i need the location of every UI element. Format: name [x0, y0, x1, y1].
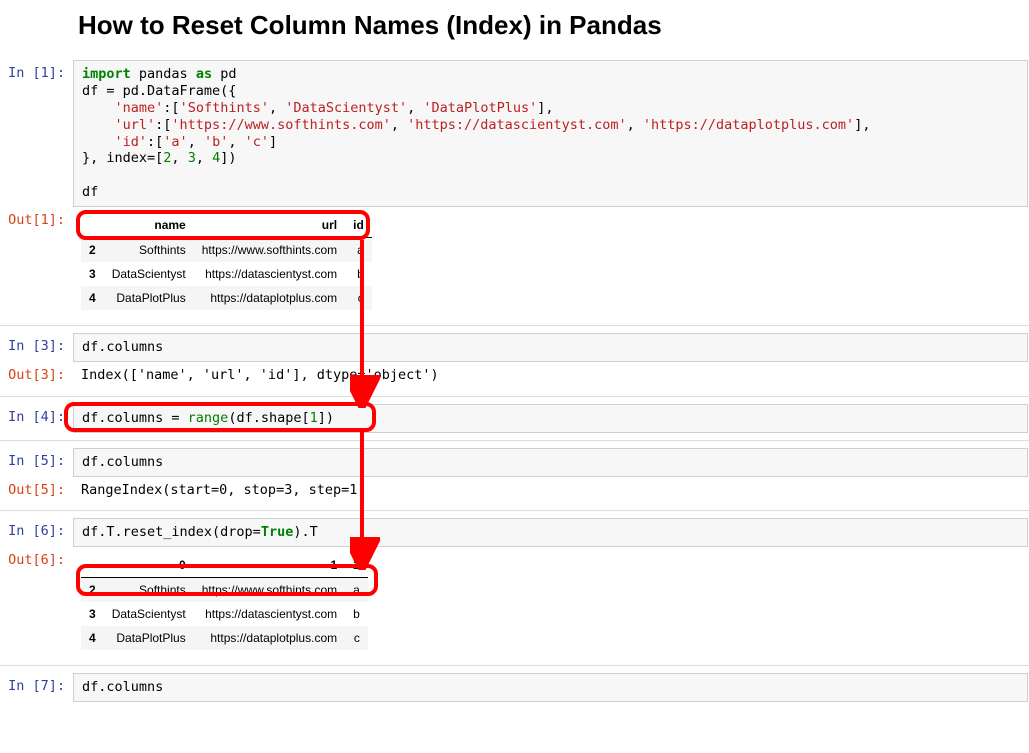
out-prompt-1: Out[1]:: [1, 207, 73, 318]
output-1: name url id 2Softhintshttps://www.softhi…: [73, 207, 372, 318]
page-title: How to Reset Column Names (Index) in Pan…: [78, 10, 1029, 41]
in-prompt-3: In [3]:: [1, 333, 73, 362]
in-prompt-1: In [1]:: [1, 60, 73, 207]
code-input-7[interactable]: df.columns: [73, 673, 1028, 702]
output-5: RangeIndex(start=0, stop=3, step=1): [73, 477, 1028, 504]
output-6: 0 1 2 2Softhintshttps://www.softhints.co…: [73, 547, 368, 658]
output-3: Index(['name', 'url', 'id'], dtype='obje…: [73, 362, 1028, 389]
cell-4: In [4]: df.columns = range(df.shape[1]): [0, 403, 1029, 434]
cell-6: In [6]: df.T.reset_index(drop=True).T Ou…: [0, 517, 1029, 659]
table-row: 3DataScientysthttps://datascientyst.comb: [81, 602, 368, 626]
out-prompt-6: Out[6]:: [1, 547, 73, 658]
notebook: How to Reset Column Names (Index) in Pan…: [0, 10, 1029, 703]
in-prompt-7: In [7]:: [1, 673, 73, 702]
code-input-4[interactable]: df.columns = range(df.shape[1]): [73, 404, 1028, 433]
code-input-6[interactable]: df.T.reset_index(drop=True).T: [73, 518, 1028, 547]
in-prompt-4: In [4]:: [1, 404, 73, 433]
cell-5: In [5]: df.columns Out[5]: RangeIndex(st…: [0, 447, 1029, 505]
table-row: 2Softhintshttps://www.softhints.coma: [81, 578, 368, 603]
table-row: 2Softhintshttps://www.softhints.coma: [81, 238, 372, 263]
table-row: 3DataScientysthttps://datascientyst.comb: [81, 262, 372, 286]
cell-3: In [3]: df.columns Out[3]: Index(['name'…: [0, 332, 1029, 390]
dataframe-1: name url id 2Softhintshttps://www.softhi…: [81, 213, 372, 310]
dataframe-6: 0 1 2 2Softhintshttps://www.softhints.co…: [81, 553, 368, 650]
out-prompt-3: Out[3]:: [1, 362, 73, 389]
out-prompt-5: Out[5]:: [1, 477, 73, 504]
table-row: 4DataPlotPlushttps://dataplotplus.comc: [81, 626, 368, 650]
code-input-3[interactable]: df.columns: [73, 333, 1028, 362]
in-prompt-5: In [5]:: [1, 448, 73, 477]
cell-1: In [1]: import pandas as pd df = pd.Data…: [0, 59, 1029, 319]
code-input-5[interactable]: df.columns: [73, 448, 1028, 477]
cell-7: In [7]: df.columns: [0, 672, 1029, 703]
code-input-1[interactable]: import pandas as pd df = pd.DataFrame({ …: [73, 60, 1028, 207]
in-prompt-6: In [6]:: [1, 518, 73, 547]
table-row: 4DataPlotPlushttps://dataplotplus.comc: [81, 286, 372, 310]
